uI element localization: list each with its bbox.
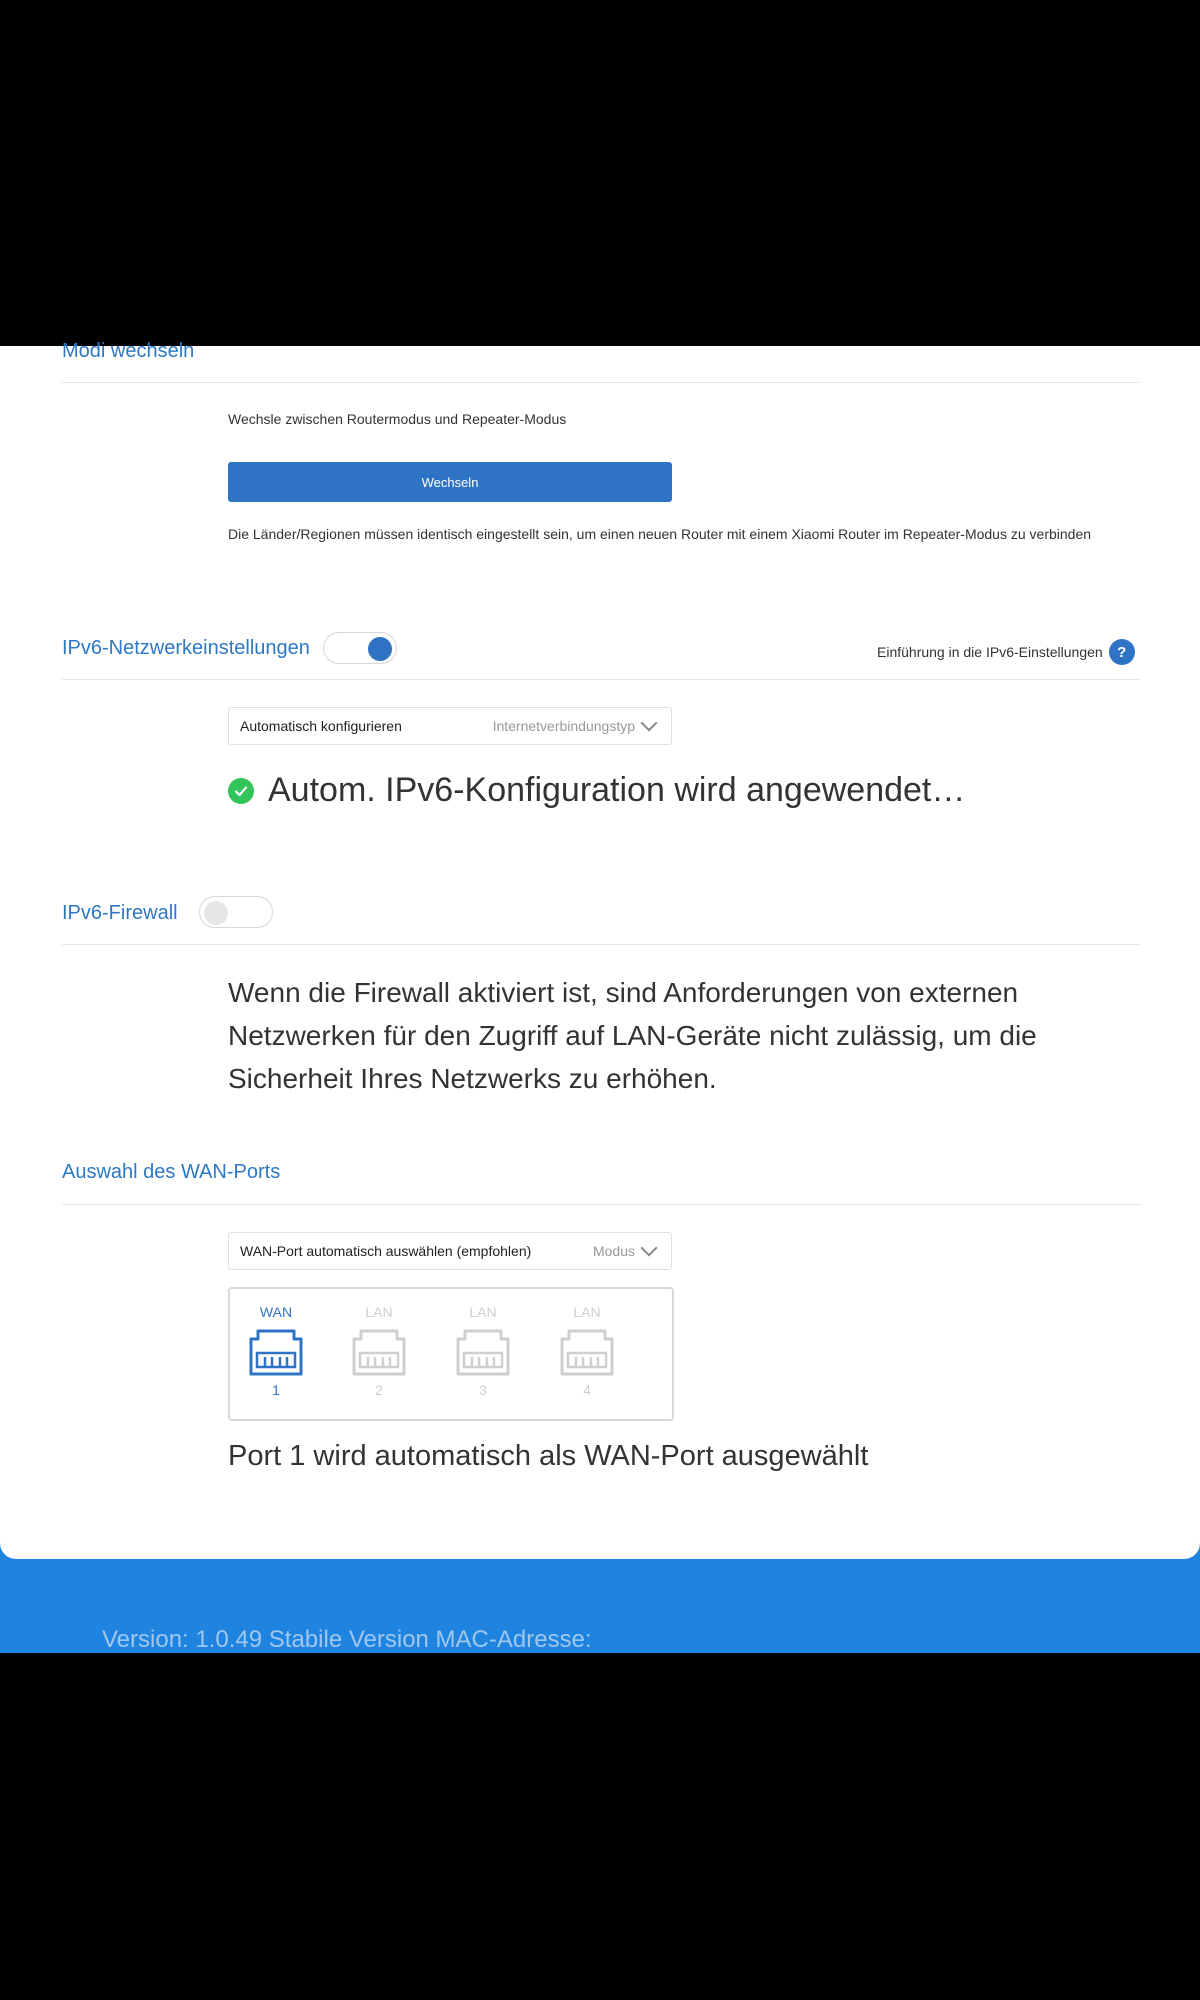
ethernet-port-icon — [249, 1329, 303, 1376]
port-label: LAN — [469, 1304, 497, 1320]
ethernet-port-icon — [456, 1329, 510, 1376]
chevron-down-icon — [640, 1239, 658, 1257]
divider — [62, 382, 1140, 383]
wan-mode-label: Modus — [592, 1243, 635, 1259]
firewall-toggle[interactable] — [199, 896, 273, 928]
section-title-wan: Auswahl des WAN-Ports — [62, 1161, 281, 1183]
port-4[interactable]: LAN 4 — [557, 1303, 617, 1399]
modes-note: Die Länder/Regionen müssen identisch ein… — [228, 526, 1092, 542]
port-selector: WAN 1 LAN 2 LAN 3 LAN 4 — [228, 1287, 674, 1421]
footer-version: Version: 1.0.49 Stabile Version MAC-Adre… — [102, 1626, 592, 1653]
help-icon[interactable]: ? — [1108, 639, 1135, 665]
divider — [62, 679, 1140, 680]
wan-mode-value: WAN-Port automatisch auswählen (empfohle… — [240, 1243, 532, 1259]
modes-description: Wechsle zwischen Routermodus und Repeate… — [228, 411, 567, 427]
port-1[interactable]: WAN 1 — [246, 1303, 306, 1399]
chevron-down-icon — [640, 714, 658, 732]
port-number: 1 — [272, 1382, 280, 1398]
ipv6-help-label: Einführung in die IPv6-Einstellungen — [877, 644, 1103, 660]
connection-type-value: Automatisch konfigurieren — [240, 718, 402, 734]
port-2[interactable]: LAN 2 — [349, 1303, 409, 1399]
ethernet-port-icon — [352, 1329, 406, 1376]
toggle-knob — [204, 901, 228, 925]
switch-mode-button[interactable]: Wechseln — [228, 462, 672, 502]
port-number: 3 — [479, 1382, 487, 1398]
section-title-ipv6: IPv6-Netzwerkeinstellungen — [62, 637, 310, 659]
connection-type-label: Internetverbindungstyp — [492, 718, 635, 734]
port-label: LAN — [573, 1304, 601, 1320]
ipv6-toggle[interactable] — [323, 632, 397, 664]
divider — [62, 1204, 1140, 1205]
firewall-description: Wenn die Firewall aktiviert ist, sind An… — [228, 977, 1037, 1094]
ethernet-port-icon — [560, 1329, 614, 1376]
wan-result-text: Port 1 wird automatisch als WAN-Port aus… — [228, 1440, 869, 1472]
connection-type-select[interactable]: Automatisch konfigurieren Internetverbin… — [228, 707, 672, 745]
port-3[interactable]: LAN 3 — [453, 1303, 513, 1399]
ipv6-help-link[interactable]: Einführung in die IPv6-Einstellungen ? — [877, 639, 1135, 665]
toggle-knob — [368, 637, 392, 661]
port-number: 2 — [375, 1382, 383, 1398]
divider — [62, 944, 1140, 945]
port-label: LAN — [365, 1304, 393, 1320]
section-title-modes: Modi wechseln — [62, 340, 195, 362]
check-circle-icon — [228, 777, 254, 804]
ipv6-status-text: Autom. IPv6-Konfiguration wird angewende… — [268, 771, 966, 809]
port-number: 4 — [583, 1382, 591, 1398]
ipv6-status: Autom. IPv6-Konfiguration wird angewende… — [228, 771, 965, 810]
wan-mode-select[interactable]: WAN-Port automatisch auswählen (empfohle… — [228, 1232, 672, 1270]
section-title-firewall: IPv6-Firewall — [62, 902, 178, 924]
port-label: WAN — [259, 1304, 293, 1320]
